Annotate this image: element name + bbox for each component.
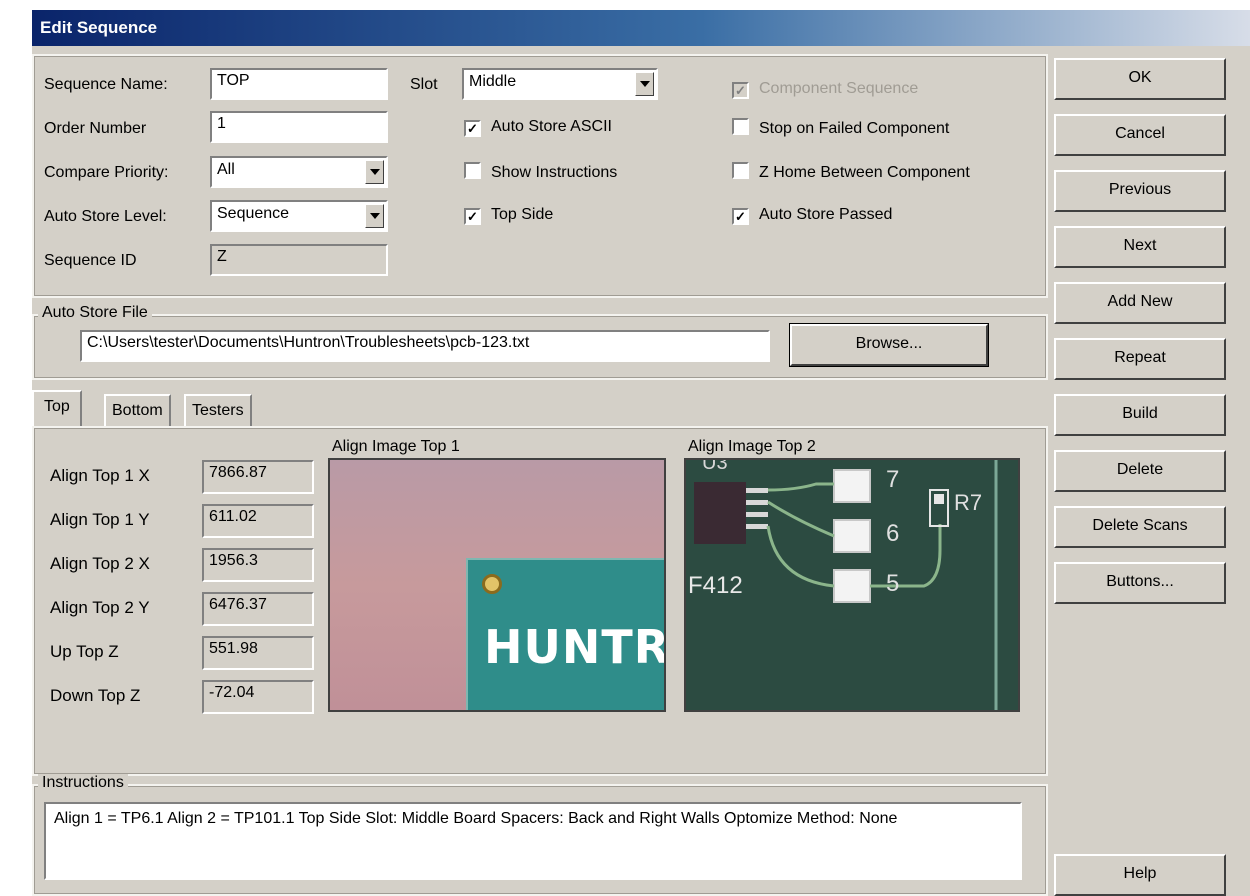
chevron-down-icon[interactable] xyxy=(635,72,654,96)
z-home-between-label: Z Home Between Component xyxy=(759,164,970,181)
tab-top[interactable]: Top xyxy=(32,390,82,428)
align-image-2-title: Align Image Top 2 xyxy=(688,438,816,455)
tab-bottom[interactable]: Bottom xyxy=(104,394,171,428)
checkbox-box[interactable] xyxy=(732,118,749,135)
buttons-button-label: Buttons... xyxy=(1106,573,1174,590)
mounting-hole-icon xyxy=(482,574,502,594)
sequence-name-field[interactable]: TOP xyxy=(210,68,388,100)
align-row-label: Align Top 1 Y xyxy=(50,510,150,529)
auto-store-file-group-title: Auto Store File xyxy=(38,304,152,322)
align-row-label: Align Top 2 Y xyxy=(50,598,150,617)
top-side-checkbox[interactable]: ✓ Top Side xyxy=(464,206,553,225)
checkbox-box: ✓ xyxy=(732,82,749,99)
slot-value: Middle xyxy=(469,73,517,90)
align-image-2[interactable]: U3 F412 R7 7 6 5 xyxy=(684,458,1020,712)
repeat-button-label: Repeat xyxy=(1114,349,1166,366)
checkbox-box[interactable]: ✓ xyxy=(464,208,481,225)
checkbox-box[interactable]: ✓ xyxy=(732,208,749,225)
tab-testers[interactable]: Testers xyxy=(184,394,252,428)
align-row-value[interactable]: -72.04 xyxy=(202,680,314,714)
auto-store-passed-checkbox[interactable]: ✓ Auto Store Passed xyxy=(732,206,892,225)
auto-store-level-value: Sequence xyxy=(217,205,290,222)
auto-store-ascii-checkbox[interactable]: ✓ Auto Store ASCII xyxy=(464,118,612,137)
align-row-value[interactable]: 551.98 xyxy=(202,636,314,670)
previous-button-label: Previous xyxy=(1108,181,1172,198)
stop-on-failed-checkbox[interactable]: Stop on Failed Component xyxy=(732,118,949,138)
help-button[interactable]: Help xyxy=(1054,854,1226,896)
next-button[interactable]: Next xyxy=(1054,226,1226,268)
next-button-label: Next xyxy=(1123,237,1157,254)
align-row-value[interactable]: 611.02 xyxy=(202,504,314,538)
add-new-button-label: Add New xyxy=(1107,293,1173,310)
auto-store-file-path[interactable]: C:\Users\tester\Documents\Huntron\Troubl… xyxy=(80,330,770,362)
sequence-id-label: Sequence ID xyxy=(44,252,137,269)
ok-button-label: OK xyxy=(1128,69,1152,86)
chevron-down-icon[interactable] xyxy=(365,160,384,184)
show-instructions-label: Show Instructions xyxy=(491,164,618,181)
instructions-group-title: Instructions xyxy=(38,774,128,792)
delete-button-label: Delete xyxy=(1116,461,1164,478)
checkbox-box[interactable] xyxy=(732,162,749,179)
compare-priority-value: All xyxy=(217,161,235,178)
auto-store-passed-label: Auto Store Passed xyxy=(759,206,893,223)
browse-button[interactable]: Browse... xyxy=(789,323,989,367)
delete-scans-button-label: Delete Scans xyxy=(1092,517,1188,534)
align-row-value[interactable]: 7866.87 xyxy=(202,460,314,494)
compare-priority-select[interactable]: All xyxy=(210,156,388,188)
instructions-text[interactable]: Align 1 = TP6.1 Align 2 = TP101.1 Top Si… xyxy=(44,802,1022,880)
window-title: Edit Sequence xyxy=(40,18,158,37)
title-bar[interactable]: Edit Sequence xyxy=(32,10,1250,46)
silkscreen-text: HUNTR xyxy=(484,620,666,674)
chevron-down-icon[interactable] xyxy=(365,204,384,228)
order-number-field[interactable]: 1 xyxy=(210,111,388,143)
align-row-value[interactable]: 6476.37 xyxy=(202,592,314,626)
previous-button[interactable]: Previous xyxy=(1054,170,1226,212)
silk-label-pad-5: 5 xyxy=(886,570,900,597)
top-side-label: Top Side xyxy=(491,206,554,223)
silk-label-u3: U3 xyxy=(702,458,728,474)
silk-label-r7: R7 xyxy=(954,490,983,515)
cancel-button[interactable]: Cancel xyxy=(1054,114,1226,156)
build-button[interactable]: Build xyxy=(1054,394,1226,436)
align-image-1-title: Align Image Top 1 xyxy=(332,438,460,455)
edit-sequence-dialog: Edit Sequence Sequence Name: TOP Order N… xyxy=(32,10,1250,896)
align-row-label: Down Top Z xyxy=(50,686,141,705)
compare-priority-label: Compare Priority: xyxy=(44,164,169,181)
silk-label-pad-6: 6 xyxy=(886,520,900,547)
help-button-label: Help xyxy=(1123,865,1157,882)
build-button-label: Build xyxy=(1122,405,1158,422)
auto-store-ascii-label: Auto Store ASCII xyxy=(491,118,612,135)
repeat-button[interactable]: Repeat xyxy=(1054,338,1226,380)
order-number-label: Order Number xyxy=(44,120,147,137)
align-row-value[interactable]: 1956.3 xyxy=(202,548,314,582)
delete-button[interactable]: Delete xyxy=(1054,450,1226,492)
silk-label-f412: F412 xyxy=(688,572,743,599)
stop-on-failed-label: Stop on Failed Component xyxy=(759,120,950,137)
show-instructions-checkbox[interactable]: Show Instructions xyxy=(464,162,617,182)
slot-label: Slot xyxy=(410,76,438,93)
delete-scans-button[interactable]: Delete Scans xyxy=(1054,506,1226,548)
add-new-button[interactable]: Add New xyxy=(1054,282,1226,324)
slot-select[interactable]: Middle xyxy=(462,68,658,100)
sequence-name-label: Sequence Name: xyxy=(44,76,168,93)
align-image-1[interactable]: HUNTR xyxy=(328,458,666,712)
buttons-button[interactable]: Buttons... xyxy=(1054,562,1226,604)
align-row-label: Up Top Z xyxy=(50,642,119,661)
checkbox-box[interactable] xyxy=(464,162,481,179)
component-sequence-label: Component Sequence xyxy=(759,80,919,97)
align-row-label: Align Top 1 X xyxy=(50,466,150,485)
auto-store-level-select[interactable]: Sequence xyxy=(210,200,388,232)
ok-button[interactable]: OK xyxy=(1054,58,1226,100)
auto-store-level-label: Auto Store Level: xyxy=(44,208,167,225)
z-home-between-checkbox[interactable]: Z Home Between Component xyxy=(732,162,970,182)
align-row-label: Align Top 2 X xyxy=(50,554,150,573)
sequence-id-field: Z xyxy=(210,244,388,276)
cancel-button-label: Cancel xyxy=(1115,125,1165,142)
component-sequence-checkbox: ✓ Component Sequence xyxy=(732,80,918,99)
checkbox-box[interactable]: ✓ xyxy=(464,120,481,137)
silk-label-pad-7: 7 xyxy=(886,466,900,493)
